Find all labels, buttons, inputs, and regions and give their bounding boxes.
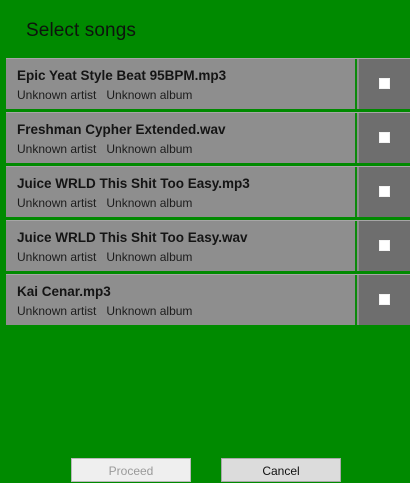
select-cell[interactable]: [359, 59, 410, 109]
song-info[interactable]: Juice WRLD This Shit Too Easy.mp3 Unknow…: [6, 167, 357, 217]
song-checkbox[interactable]: [379, 294, 390, 305]
song-meta: Unknown artist Unknown album: [17, 196, 192, 210]
song-meta: Unknown artist Unknown album: [17, 304, 192, 318]
song-info[interactable]: Freshman Cypher Extended.wav Unknown art…: [6, 113, 357, 163]
song-title: Epic Yeat Style Beat 95BPM.mp3: [17, 68, 227, 83]
song-row[interactable]: Epic Yeat Style Beat 95BPM.mp3 Unknown a…: [6, 58, 410, 109]
song-artist: Unknown artist: [17, 142, 97, 156]
song-checkbox[interactable]: [379, 132, 390, 143]
song-artist: Unknown artist: [17, 304, 97, 318]
song-row[interactable]: Juice WRLD This Shit Too Easy.wav Unknow…: [6, 220, 410, 271]
song-meta: Unknown artist Unknown album: [17, 142, 192, 156]
song-artist: Unknown artist: [17, 88, 97, 102]
song-album: Unknown album: [106, 196, 193, 210]
song-meta: Unknown artist Unknown album: [17, 250, 192, 264]
song-artist: Unknown artist: [17, 250, 97, 264]
song-title: Freshman Cypher Extended.wav: [17, 122, 226, 137]
song-album: Unknown album: [106, 142, 193, 156]
song-checkbox[interactable]: [379, 240, 390, 251]
song-checkbox[interactable]: [379, 186, 390, 197]
select-cell[interactable]: [359, 113, 410, 163]
song-info[interactable]: Juice WRLD This Shit Too Easy.wav Unknow…: [6, 221, 357, 271]
dialog-title: Select songs: [26, 20, 136, 41]
song-title: Juice WRLD This Shit Too Easy.mp3: [17, 176, 250, 191]
proceed-button[interactable]: Proceed: [71, 458, 191, 482]
song-meta: Unknown artist Unknown album: [17, 88, 192, 102]
song-album: Unknown album: [106, 304, 193, 318]
select-cell[interactable]: [359, 167, 410, 217]
song-title: Kai Cenar.mp3: [17, 284, 111, 299]
song-artist: Unknown artist: [17, 196, 97, 210]
song-album: Unknown album: [106, 88, 193, 102]
song-list: Epic Yeat Style Beat 95BPM.mp3 Unknown a…: [6, 58, 410, 328]
song-checkbox[interactable]: [379, 78, 390, 89]
select-cell[interactable]: [359, 275, 410, 325]
select-cell[interactable]: [359, 221, 410, 271]
song-row[interactable]: Juice WRLD This Shit Too Easy.mp3 Unknow…: [6, 166, 410, 217]
song-album: Unknown album: [106, 250, 193, 264]
song-row[interactable]: Freshman Cypher Extended.wav Unknown art…: [6, 112, 410, 163]
cancel-button[interactable]: Cancel: [221, 458, 341, 482]
song-info[interactable]: Kai Cenar.mp3 Unknown artist Unknown albu…: [6, 275, 357, 325]
song-title: Juice WRLD This Shit Too Easy.wav: [17, 230, 248, 245]
song-row[interactable]: Kai Cenar.mp3 Unknown artist Unknown albu…: [6, 274, 410, 325]
song-info[interactable]: Epic Yeat Style Beat 95BPM.mp3 Unknown a…: [6, 59, 357, 109]
